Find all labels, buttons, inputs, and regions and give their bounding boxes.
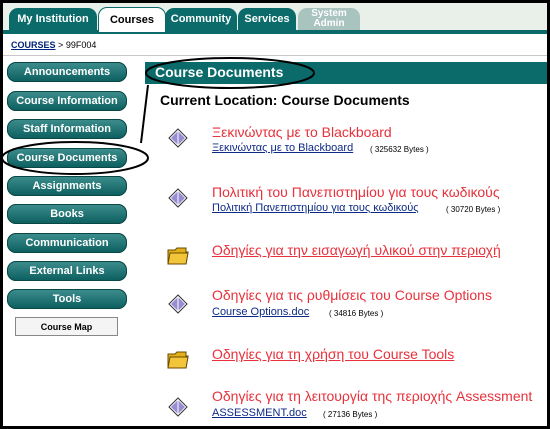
annotation-overlay — [3, 57, 315, 175]
highlight-ellipse-nav — [3, 141, 149, 175]
annotation-connector — [140, 84, 149, 144]
highlight-ellipse-header — [145, 57, 315, 89]
screen: My Institution Courses Community Service… — [3, 3, 547, 426]
